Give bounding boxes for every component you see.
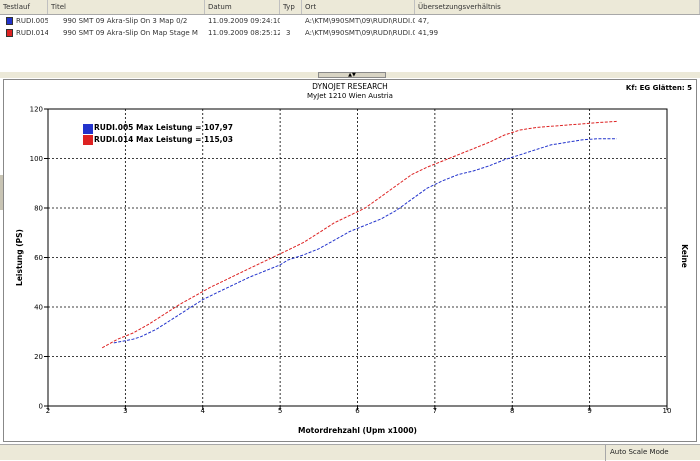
column-header-ort[interactable]: Ort <box>302 0 415 14</box>
right-axis-label: Keine <box>680 244 689 268</box>
chart-subtitle: MyJet 1210 Wien Austria <box>307 92 393 100</box>
x-tick-label: 9 <box>587 407 591 415</box>
cell-testlauf: RUDI.005 <box>16 17 48 25</box>
y-axis-label: Leistung (PS) <box>15 229 24 286</box>
y-tick-label: 20 <box>34 353 43 361</box>
x-tick-label: 8 <box>510 407 514 415</box>
series-line-rudi-005 <box>113 138 617 344</box>
x-tick-label: 5 <box>278 407 282 415</box>
cell-datum: 11.09.2009 08:25:12 <box>208 29 280 37</box>
y-tick-label: 40 <box>34 304 43 312</box>
y-tick-label: 80 <box>34 205 43 213</box>
legend-label: RUDI.005 Max Leistung = 107,97 <box>94 123 233 132</box>
y-tick-label: 0 <box>39 403 43 411</box>
splitter-handle[interactable]: ▲▼ <box>318 72 386 78</box>
x-tick-label: 10 <box>663 407 672 415</box>
run-list-header: Testlauf Titel Datum Typ Ort Übersetzung… <box>0 0 700 15</box>
x-axis-label: Motordrehzahl (Upm x1000) <box>298 426 417 435</box>
dyno-chart-panel: 2 3 4 5 6 7 8 9 10 0 20 40 60 80 100 120 RUDI.005 Max L… <box>3 79 697 442</box>
cell-uebersetzung: 47, <box>418 17 430 25</box>
run-list: Testlauf Titel Datum Typ Ort Übersetzung… <box>0 0 700 73</box>
column-header-uebersetzung[interactable]: Übersetzungsverhältnis <box>415 0 700 14</box>
column-header-datum[interactable]: Datum <box>205 0 280 14</box>
x-tick-label: 4 <box>201 407 206 415</box>
cell-titel: 990 SMT 09 Akra-Slip On 3 Map 0/2 <box>63 17 188 25</box>
cell-datum: 11.09.2009 09:24:10 <box>208 17 280 25</box>
chart-settings-info: Kf: EG Glätten: 5 <box>626 84 692 92</box>
cell-testlauf: RUDI.014 <box>16 29 48 37</box>
x-tick-label: 6 <box>355 407 360 415</box>
cell-ort: A:\KTM\990SMT\09\RUDI\RUDI.005 <box>305 17 415 25</box>
run-color-swatch <box>6 17 13 25</box>
y-tick-label: 60 <box>34 254 43 262</box>
table-row[interactable]: RUDI.014 990 SMT 09 Akra-Slip On Map Sta… <box>0 28 700 38</box>
x-tick-label: 7 <box>433 407 437 415</box>
column-header-testlauf[interactable]: Testlauf <box>0 0 48 14</box>
series <box>101 120 617 349</box>
scale-mode-status[interactable]: Auto Scale Mode <box>605 445 700 461</box>
x-tick-label: 2 <box>46 407 50 415</box>
cell-typ <box>283 16 302 26</box>
axes: 2 3 4 5 6 7 8 9 10020406080100120 <box>30 106 672 416</box>
legend-swatch <box>83 124 93 134</box>
table-row[interactable]: RUDI.005 990 SMT 09 Akra-Slip On 3 Map 0… <box>0 16 700 26</box>
legend-label: RUDI.014 Max Leistung = 115,03 <box>94 135 233 144</box>
y-tick-label: 100 <box>30 155 43 163</box>
y-tick-label: 120 <box>30 106 43 114</box>
cell-typ: 3 <box>286 29 291 37</box>
cell-uebersetzung: 41,99 <box>418 29 439 37</box>
status-bar: Auto Scale Mode <box>0 444 700 461</box>
chart-title: DYNOJET RESEARCH <box>312 82 388 91</box>
legend: RUDI.005 Max Leistung = 107,97 RUDI.014 … <box>83 123 233 145</box>
cell-ort: A:\KTM\990SMT\09\RUDI\RUDI.014 <box>305 29 415 37</box>
dyno-chart: 2 3 4 5 6 7 8 9 10020406080100120 RUDI.005 Max L… <box>15 82 692 435</box>
grid <box>48 109 667 406</box>
cell-titel: 990 SMT 09 Akra-Slip On Map Stage M <box>63 29 198 37</box>
pane-splitter[interactable]: ▲▼ <box>0 72 700 78</box>
series-line-rudi-014 <box>101 120 617 349</box>
column-header-titel[interactable]: Titel <box>48 0 205 14</box>
legend-swatch <box>83 135 93 145</box>
run-color-swatch <box>6 29 13 37</box>
x-tick-label: 3 <box>123 407 127 415</box>
column-header-typ[interactable]: Typ <box>280 0 302 14</box>
